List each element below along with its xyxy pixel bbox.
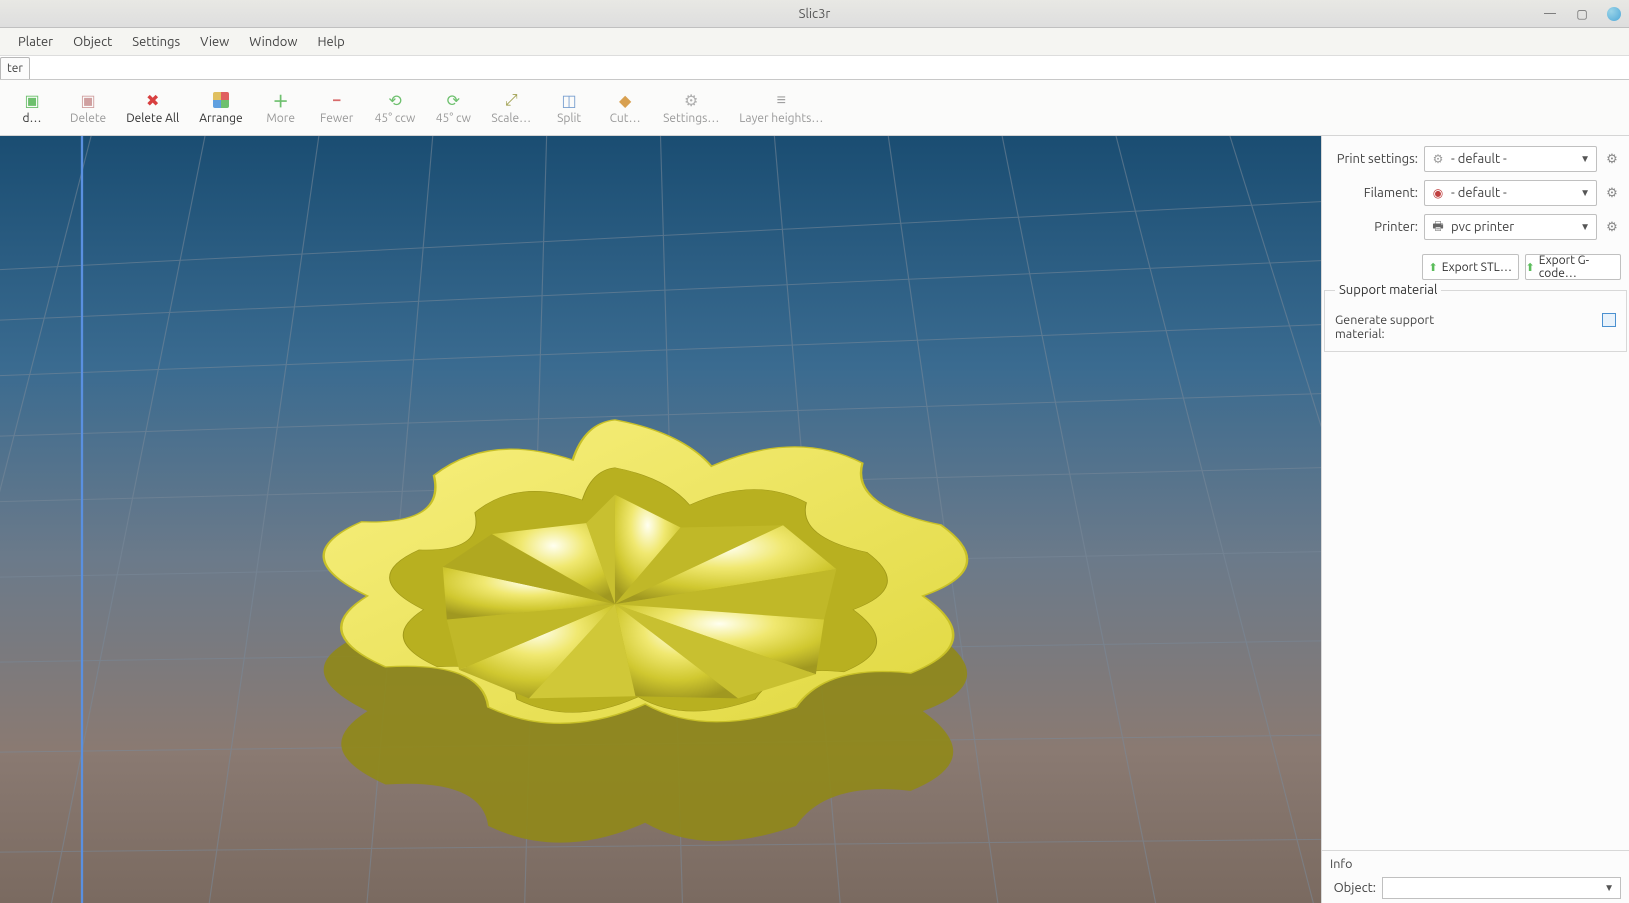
maximize-button[interactable]: ▢ [1575, 7, 1589, 21]
chevron-down-icon: ▼ [1580, 153, 1590, 165]
delete-all-icon: ✖ [143, 90, 163, 110]
arrange-icon [211, 90, 231, 110]
export-gcode-button[interactable]: ⬆ Export G-code… [1525, 254, 1622, 280]
toolbar-fewer[interactable]: − Fewer [309, 86, 365, 129]
plus-icon: ＋ [271, 90, 291, 110]
info-legend: Info [1322, 850, 1629, 873]
toolbar-split[interactable]: ◫ Split [541, 86, 597, 129]
menu-settings[interactable]: Settings [122, 31, 190, 53]
toolbar-cut[interactable]: ◆ Cut… [597, 86, 653, 129]
export-stl-button[interactable]: ⬆ Export STL… [1422, 254, 1519, 280]
spool-icon: ◉ [1431, 186, 1445, 200]
export-icon: ⬆ [1429, 261, 1438, 274]
add-icon: ▣ [22, 90, 42, 110]
toolbar-more[interactable]: ＋ More [253, 86, 309, 129]
filament-edit[interactable]: ⚙ [1603, 184, 1621, 202]
object-label: Object: [1330, 881, 1376, 895]
menu-plater[interactable]: Plater [8, 31, 63, 53]
toolbar-scale[interactable]: ⤢ Scale… [481, 86, 541, 129]
side-panel: Print settings: ⚙ - default - ▼ ⚙ Filame… [1321, 136, 1629, 903]
minimize-button[interactable]: — [1543, 7, 1557, 21]
print-settings-label: Print settings: [1330, 152, 1418, 166]
toolbar-add[interactable]: ▣ d… [4, 86, 60, 129]
menu-help[interactable]: Help [307, 31, 354, 53]
filament-select[interactable]: ◉ - default - ▼ [1424, 180, 1597, 206]
menu-bar: Plater Object Settings View Window Help [0, 28, 1629, 56]
cut-icon: ◆ [615, 90, 635, 110]
toolbar-scale-label: Scale… [491, 112, 531, 125]
toolbar-add-label: d… [23, 112, 42, 125]
layers-icon: ≡ [771, 90, 791, 110]
scale-icon: ⤢ [501, 90, 521, 110]
model-object [324, 420, 967, 843]
print-settings-edit[interactable]: ⚙ [1603, 150, 1621, 168]
toolbar-ccw-label: 45° ccw [375, 112, 416, 125]
viewport-scene [0, 136, 1321, 903]
rotate-ccw-icon: ⟲ [385, 90, 405, 110]
print-settings-value: - default - [1451, 152, 1507, 166]
window-titlebar: Slic3r — ▢ [0, 0, 1629, 28]
export-stl-label: Export STL… [1442, 261, 1512, 274]
toolbar-fewer-label: Fewer [320, 112, 353, 125]
toolbar-cut-label: Cut… [610, 112, 641, 125]
gear-icon: ⚙ [681, 90, 701, 110]
chevron-down-icon: ▼ [1604, 882, 1614, 894]
printer-edit[interactable]: ⚙ [1603, 218, 1621, 236]
filament-label: Filament: [1330, 186, 1418, 200]
toolbar-more-label: More [266, 112, 295, 125]
toolbar-settings-label: Settings… [663, 112, 719, 125]
chevron-down-icon: ▼ [1580, 221, 1590, 233]
toolbar-arrange-label: Arrange [199, 112, 242, 125]
export-icon: ⬆ [1526, 261, 1535, 274]
support-material-group: Support material Generate support materi… [1324, 290, 1627, 352]
menu-object[interactable]: Object [63, 31, 122, 53]
split-icon: ◫ [559, 90, 579, 110]
support-checkbox[interactable] [1602, 313, 1616, 327]
close-button[interactable] [1607, 7, 1621, 21]
toolbar-rotate-cw[interactable]: ⟳ 45° cw [425, 86, 481, 129]
toolbar-delete-all[interactable]: ✖ Delete All [116, 86, 189, 129]
rotate-cw-icon: ⟳ [443, 90, 463, 110]
3d-viewport[interactable] [0, 136, 1321, 903]
support-label: Generate support material: [1335, 313, 1475, 341]
menu-window[interactable]: Window [239, 31, 307, 53]
toolbar-split-label: Split [557, 112, 581, 125]
minus-icon: − [327, 90, 347, 110]
printer-select[interactable]: 🖶 pvc printer ▼ [1424, 214, 1597, 240]
tab-bar: ter [0, 56, 1629, 80]
chevron-down-icon: ▼ [1580, 187, 1590, 199]
printer-label: Printer: [1330, 220, 1418, 234]
toolbar-layer-heights[interactable]: ≡ Layer heights… [729, 86, 833, 129]
print-settings-select[interactable]: ⚙ - default - ▼ [1424, 146, 1597, 172]
toolbar-arrange[interactable]: Arrange [189, 86, 252, 129]
support-legend: Support material [1335, 283, 1441, 297]
toolbar-delete-all-label: Delete All [126, 112, 179, 125]
toolbar-delete[interactable]: ▣ Delete [60, 86, 116, 129]
delete-icon: ▣ [78, 90, 98, 110]
content-area: Print settings: ⚙ - default - ▼ ⚙ Filame… [0, 136, 1629, 903]
tab-plater[interactable]: ter [0, 57, 30, 79]
printer-value: pvc printer [1451, 220, 1514, 234]
toolbar-layers-label: Layer heights… [739, 112, 823, 125]
gear-icon: ⚙ [1431, 152, 1445, 166]
filament-value: - default - [1451, 186, 1507, 200]
export-gcode-label: Export G-code… [1539, 254, 1620, 280]
printer-icon: 🖶 [1431, 220, 1445, 234]
toolbar-rotate-ccw[interactable]: ⟲ 45° ccw [365, 86, 426, 129]
toolbar-cw-label: 45° cw [436, 112, 471, 125]
toolbar-settings[interactable]: ⚙ Settings… [653, 86, 729, 129]
toolbar-delete-label: Delete [70, 112, 106, 125]
menu-view[interactable]: View [190, 31, 239, 53]
object-select[interactable]: ▼ [1382, 877, 1621, 899]
toolbar: ▣ d… ▣ Delete ✖ Delete All Arrange ＋ Mor… [0, 80, 1629, 136]
window-title: Slic3r [799, 7, 831, 21]
